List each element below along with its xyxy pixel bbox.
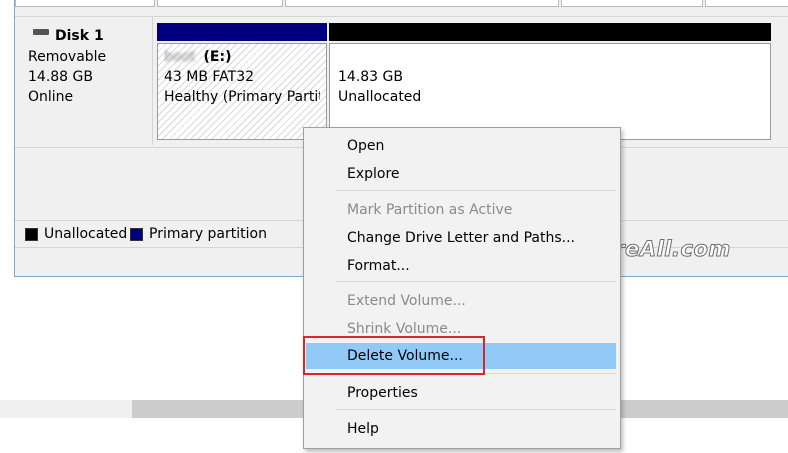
drive-letter: (E:) [203, 49, 232, 65]
menu-item-format[interactable]: Format... [306, 253, 616, 279]
unallocated-bar [329, 23, 771, 41]
disk-name: Disk 1 [55, 28, 104, 44]
disk-size: 14.88 GB [28, 69, 93, 85]
menu-item-extend-volume: Extend Volume... [347, 293, 466, 309]
menu-item-open[interactable]: Open [306, 133, 616, 159]
scrollbar-thumb[interactable] [132, 400, 304, 418]
delete-volume-annotation-box [303, 336, 485, 375]
previous-row-edge [15, 0, 788, 10]
menu-separator [335, 281, 615, 282]
previous-row-cell [157, 0, 283, 7]
scrollbar-track-segment [620, 400, 788, 418]
partition-e-volume[interactable]: boot (E:) 43 MB FAT32 Healthy (Primary Pa… [157, 43, 327, 140]
menu-item-help[interactable]: Help [306, 416, 616, 442]
previous-row-cell [15, 0, 155, 7]
legend-label: Unallocated [44, 226, 128, 242]
primary-partition-bar [157, 23, 327, 41]
menu-separator [335, 409, 615, 410]
menu-item-explore[interactable]: Explore [306, 161, 616, 187]
legend-item-unallocated: Unallocated [25, 226, 127, 242]
partition-size-fs: 43 MB FAT32 [164, 69, 255, 85]
unallocated-space[interactable]: 14.83 GB Unallocated [329, 43, 771, 140]
legend-swatch-primary [130, 227, 143, 241]
volume-label-blurred: boot [164, 49, 196, 65]
disk-type: Removable [28, 49, 107, 65]
menu-separator [335, 190, 615, 191]
unallocated-status: Unallocated [338, 89, 422, 105]
menu-item-properties[interactable]: Properties [306, 380, 616, 406]
previous-row-cell [285, 0, 559, 7]
partition-status: Healthy (Primary Partiti [164, 89, 320, 105]
legend-label: Primary partition [149, 226, 267, 242]
disk-icon [33, 29, 49, 35]
previous-row-cell [561, 0, 703, 7]
disk-status: Online [28, 89, 74, 105]
legend-item-primary: Primary partition [130, 226, 267, 242]
menu-item-mark-active: Mark Partition as Active [347, 202, 513, 218]
menu-item-change-drive-letter[interactable]: Change Drive Letter and Paths... [306, 225, 616, 251]
context-menu: Open Explore Mark Partition as Active Ch… [303, 127, 621, 449]
screenshot-root: Disk 1 Removable 14.88 GB Online boot (E:… [0, 0, 788, 453]
disk-info[interactable]: Disk 1 Removable 14.88 GB Online [15, 17, 153, 145]
legend-swatch-unallocated [25, 227, 38, 241]
previous-row-cell [705, 0, 788, 7]
unallocated-size: 14.83 GB [338, 69, 403, 85]
